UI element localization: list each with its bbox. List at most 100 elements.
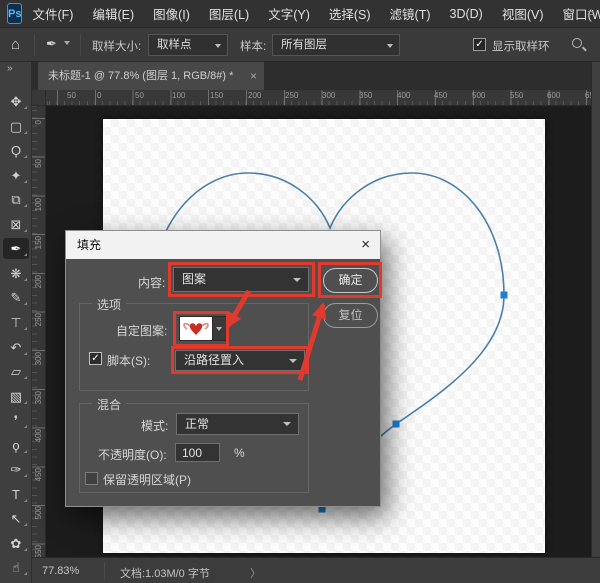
menu-type[interactable]: 文字(Y) bbox=[268, 4, 310, 23]
ruler-tick-label: 500 bbox=[472, 91, 485, 100]
custom-shape-tool[interactable]: ✿ bbox=[3, 533, 29, 554]
anchor-point[interactable] bbox=[501, 292, 508, 299]
dialog-title-bar[interactable]: 填充 × bbox=[66, 231, 380, 259]
custom-pattern-thumbnail[interactable] bbox=[179, 316, 213, 341]
menu-view[interactable]: 视图(V) bbox=[502, 4, 544, 23]
chevron-down-icon bbox=[293, 278, 301, 282]
preserve-transparency-checkbox[interactable] bbox=[85, 472, 98, 485]
menu-file[interactable]: 文件(F) bbox=[32, 4, 73, 23]
tab-bar: 未标题-1 @ 77.8% (图层 1, RGB/8#) * × bbox=[32, 62, 600, 90]
ruler-tick-label: 550 bbox=[34, 545, 43, 557]
search-icon[interactable] bbox=[572, 38, 582, 48]
script-checkbox[interactable] bbox=[89, 352, 102, 365]
blur-tool[interactable]: ❜ bbox=[3, 410, 29, 431]
ruler-tick-label: 250 bbox=[34, 313, 43, 326]
lasso-tool[interactable]: Ϙ bbox=[3, 140, 29, 161]
opacity-unit-label: % bbox=[234, 446, 245, 460]
options-bar: ⌂ ✒ 取样大小: 取样点 样本: 所有图层 显示取样环 bbox=[0, 28, 600, 62]
opacity-input[interactable] bbox=[175, 443, 220, 462]
document-tab[interactable]: 未标题-1 @ 77.8% (图层 1, RGB/8#) * × bbox=[38, 62, 264, 90]
eraser-tool[interactable]: ▱ bbox=[3, 361, 29, 382]
close-icon[interactable]: × bbox=[250, 62, 257, 90]
ruler-tick-label: 400 bbox=[34, 429, 43, 442]
mode-label: 模式: bbox=[141, 417, 168, 434]
content-dropdown[interactable]: 图案 bbox=[173, 267, 309, 292]
photoshop-window: Ps 文件(F)编辑(E)图像(I)图层(L)文字(Y)选择(S)滤镜(T)3D… bbox=[0, 0, 600, 583]
zoom-level-field[interactable]: 77.83% bbox=[42, 565, 79, 577]
sample-label: 样本: bbox=[240, 38, 266, 54]
pattern-picker-chevron[interactable] bbox=[213, 316, 227, 341]
script-dropdown[interactable]: 沿路径置入 bbox=[175, 350, 305, 371]
window-controls-icon[interactable]: = bbox=[587, 6, 594, 20]
menu-select[interactable]: 选择(S) bbox=[329, 4, 371, 23]
chevron-down-icon bbox=[289, 359, 297, 363]
move-tool[interactable]: ✥ bbox=[3, 91, 29, 112]
menu-items: 文件(F) 编辑(E) 图像(I) 图层(L) 文字(Y) 选择(S) 滤镜(T) 3D(D)… bbox=[32, 4, 600, 23]
mode-value: 正常 bbox=[185, 417, 209, 431]
script-label: 脚本(S): bbox=[107, 352, 150, 369]
path-selection-tool[interactable]: ↖ bbox=[3, 508, 29, 529]
brush-tool[interactable]: ✎ bbox=[3, 287, 29, 308]
gradient-tool[interactable]: ▧ bbox=[3, 386, 29, 407]
dodge-tool[interactable]: ϙ bbox=[3, 435, 29, 456]
ruler-tick-label: 0 bbox=[34, 120, 43, 124]
eyedropper-tool[interactable]: ✒ bbox=[3, 238, 29, 259]
ruler-tick-label: 200 bbox=[248, 91, 261, 100]
ruler-tick-label: 450 bbox=[434, 91, 447, 100]
dialog-title: 填充 bbox=[77, 238, 101, 252]
ruler-tick-label: 150 bbox=[34, 236, 43, 249]
ok-button[interactable]: 确定 bbox=[323, 268, 378, 293]
sample-size-dropdown[interactable]: 取样点 bbox=[148, 34, 228, 56]
type-tool[interactable]: T bbox=[3, 484, 29, 505]
ruler-tick-label: 50 bbox=[34, 159, 43, 168]
ruler-tick-label: 550 bbox=[510, 91, 523, 100]
magic-wand-tool[interactable]: ✦ bbox=[3, 165, 29, 186]
ruler-tick-label: 0 bbox=[97, 91, 101, 100]
menu-filter[interactable]: 滤镜(T) bbox=[390, 4, 431, 23]
ruler-tick-label: 450 bbox=[34, 468, 43, 481]
separator bbox=[34, 34, 35, 56]
hand-tool[interactable]: ☝ bbox=[3, 557, 29, 578]
collapse-tools-icon[interactable]: » bbox=[7, 63, 13, 74]
chevron-down-icon bbox=[283, 422, 291, 426]
menu-layer[interactable]: 图层(L) bbox=[209, 4, 249, 23]
winged-heart-pattern-icon bbox=[180, 317, 212, 340]
ruler-tick-label: 100 bbox=[34, 198, 43, 211]
ruler-tick-label: 350 bbox=[359, 91, 372, 100]
mode-dropdown[interactable]: 正常 bbox=[176, 413, 299, 435]
show-sampling-ring-checkbox[interactable] bbox=[473, 38, 486, 51]
menu-3d[interactable]: 3D(D) bbox=[450, 7, 483, 21]
fill-dialog: 填充 × 内容: 图案 确定 复位 选项 自定图案: 脚本(S): 沿路径置入 bbox=[65, 230, 381, 507]
eyedropper-preset-icon[interactable]: ✒ bbox=[46, 36, 57, 52]
crop-tool[interactable]: ⧉ bbox=[3, 189, 29, 210]
status-expand-icon[interactable]: 〉 bbox=[250, 565, 261, 581]
ruler-vertical: 050100150200250300350400450500550 bbox=[32, 106, 46, 557]
ruler-tick-label: 150 bbox=[210, 91, 223, 100]
history-brush-tool[interactable]: ↶ bbox=[3, 337, 29, 358]
sample-dropdown[interactable]: 所有图层 bbox=[272, 34, 400, 56]
frame-tool[interactable]: ⊠ bbox=[3, 214, 29, 235]
content-label: 内容: bbox=[138, 274, 165, 291]
menu-window[interactable]: 窗口(W) bbox=[563, 4, 600, 23]
anchor-point[interactable] bbox=[393, 421, 400, 428]
panel-dock-strip[interactable] bbox=[591, 62, 600, 557]
ruler-corner bbox=[32, 90, 46, 106]
menu-image[interactable]: 图像(I) bbox=[153, 4, 190, 23]
reset-button[interactable]: 复位 bbox=[323, 303, 378, 328]
close-icon[interactable]: × bbox=[361, 231, 370, 259]
menu-edit[interactable]: 编辑(E) bbox=[92, 4, 134, 23]
status-bar: 77.83% 文档:1.03M/0 字节 〉 bbox=[32, 557, 600, 583]
chevron-down-icon[interactable] bbox=[64, 41, 70, 45]
tool-column: ✥ ▢ Ϙ ✦ ⧉ ⊠ ✒ ❋ ✎ ⊤ ↶ ▱ ▧ ❜ ϙ ✑ T ↖ ✿ ☝ bbox=[0, 90, 32, 583]
marquee-tool[interactable]: ▢ bbox=[3, 116, 29, 137]
ruler-tick-label: 350 bbox=[34, 391, 43, 404]
opacity-label: 不透明度(O): bbox=[98, 446, 167, 463]
clone-stamp-tool[interactable]: ⊤ bbox=[3, 312, 29, 333]
home-icon[interactable]: ⌂ bbox=[11, 36, 20, 53]
pen-tool[interactable]: ✑ bbox=[3, 459, 29, 480]
ruler-tick-label: 50 bbox=[135, 91, 144, 100]
ruler-tick-label: 300 bbox=[322, 91, 335, 100]
ruler-tick-label: 100 bbox=[172, 91, 185, 100]
spot-healing-tool[interactable]: ❋ bbox=[3, 263, 29, 284]
ruler-tick-label: 500 bbox=[34, 506, 43, 519]
